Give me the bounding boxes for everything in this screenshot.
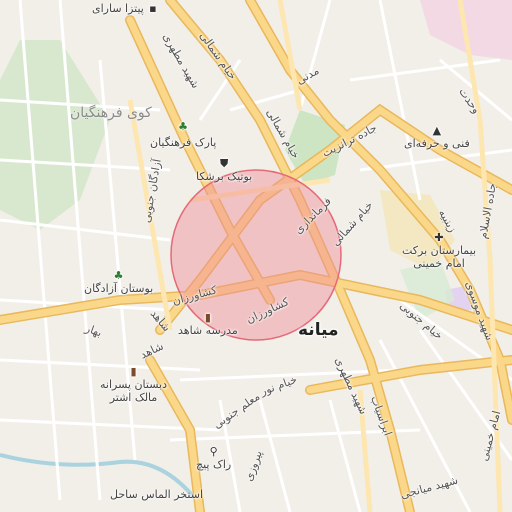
tree-icon: ♣ — [113, 269, 124, 282]
poi-dabestan[interactable]: ▮ دبستان پسرانه مالک اشتر — [100, 365, 167, 405]
district-label: کوی فرهنگیان — [70, 105, 152, 121]
tree-icon: ♣ — [178, 120, 188, 133]
poi-pool-label: استخر الماس ساحل — [110, 488, 204, 501]
poi-pizza[interactable]: پیتزا سارای ▪ — [92, 2, 159, 15]
poi-pool[interactable]: استخر الماس ساحل — [110, 488, 203, 501]
poi-park-farhangian[interactable]: پارک فرهنگیان — [150, 136, 216, 149]
poi-rakpich-label: راک پیچ — [196, 458, 232, 471]
poi-boostan-label: بوستان آزادگان — [84, 282, 154, 295]
poi-madrese-label: مدرسه شاهد — [178, 324, 238, 337]
park-area-west — [0, 40, 110, 230]
pizza-label: پیتزا سارای — [92, 2, 144, 15]
poi-hospital-label: بیمارستان برکت امام خمینی — [402, 244, 477, 270]
poi-fanni[interactable]: ▲ فنی و حرفه‌ای — [404, 124, 470, 151]
map-view[interactable]: کوی فرهنگیان میانه خیام شمالی شهید مطهری… — [0, 0, 512, 512]
poi-rakpich[interactable]: ⚲ راک پیچ — [196, 445, 232, 472]
shop-icon: ⚲ — [209, 445, 218, 458]
clothes-icon: ⛊ — [220, 157, 229, 170]
poi-dabestan-label: دبستان پسرانه مالک اشتر — [100, 378, 167, 404]
poi-park-label: پارک فرهنگیان — [150, 136, 217, 149]
city-label[interactable]: میانه — [298, 320, 339, 340]
poi-boostan[interactable]: ♣ بوستان آزادگان — [84, 269, 154, 296]
poi-fanni-label: فنی و حرفه‌ای — [404, 137, 470, 150]
school-icon: ▮ — [130, 365, 137, 378]
poi-boutique-label: بوتیک برشکا — [196, 170, 253, 183]
restaurant-icon: ▪ — [149, 1, 157, 15]
poi-boutique[interactable]: ⛊ بوتیک برشکا — [196, 157, 253, 184]
school-icon: ▮ — [204, 311, 211, 324]
poi-madrese[interactable]: ▮ مدرسه شاهد — [178, 311, 238, 338]
poi-hospital[interactable]: ✚ بیمارستان برکت امام خمینی — [402, 231, 477, 271]
hospital-icon: ✚ — [434, 231, 444, 244]
college-icon: ▲ — [432, 124, 442, 137]
